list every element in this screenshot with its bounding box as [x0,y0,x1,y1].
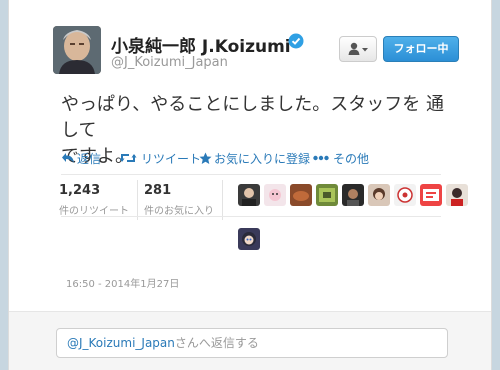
retweet-count: 1,243 [59,183,101,198]
star-icon [199,152,212,164]
stat-separator [222,180,223,220]
favoriter-avatar[interactable] [394,184,416,206]
tweet-timestamp[interactable]: 16:50 - 2014年1月27日 [66,275,179,290]
reply-area: @J_Koizumi_Japanさんへ返信する [9,311,491,370]
retweet-count-label: 件のリツイート [59,206,129,217]
reply-label: 返信 [77,152,102,166]
favorite-count-label: 件のお気に入り [144,206,214,217]
user-actions-button[interactable] [339,36,377,62]
favoriter-avatar[interactable] [238,184,260,206]
favoriter-avatar[interactable] [264,184,286,206]
reply-handle: @J_Koizumi_Japan [67,336,175,350]
tweet-header: 小泉純一郎 J.Koizumi @J_Koizumi_Japan フォロー中 [53,26,493,86]
retweet-stat[interactable]: 1,243 件のリツイート [59,183,129,217]
more-dots-icon [313,155,329,161]
favoriter-avatar[interactable] [316,184,338,206]
favoriter-avatar[interactable] [342,184,364,206]
display-name[interactable]: 小泉純一郎 J.Koizumi [111,32,291,57]
retweet-label: リツイート [141,152,202,166]
favorite-label: お気に入りに登録 [214,152,311,166]
reply-input[interactable]: @J_Koizumi_Japanさんへ返信する [56,328,448,358]
retweet-icon [119,154,137,162]
favorite-count: 281 [144,183,172,198]
favoriter-avatar[interactable] [290,184,312,206]
favorite-stat[interactable]: 281 件のお気に入り [144,183,214,217]
divider [61,174,441,175]
favoriter-avatar[interactable] [368,184,390,206]
person-icon [348,42,368,55]
tweet-card: 小泉純一郎 J.Koizumi @J_Koizumi_Japan フォロー中 や… [8,0,492,370]
more-label: その他 [333,152,370,166]
favoriter-avatar[interactable] [238,228,260,250]
divider [61,216,441,217]
tweet-text-line: やっぱり、やることにしました。スタッフを 通して [61,94,444,141]
reply-placeholder: さんへ返信する [174,336,259,350]
follow-button[interactable]: フォロー中 [383,36,459,62]
stat-separator [137,180,138,220]
verified-icon [288,33,304,49]
favoriter-avatar[interactable] [420,184,442,206]
user-handle[interactable]: @J_Koizumi_Japan [111,55,228,70]
favoriter-avatar[interactable] [446,184,468,206]
reply-icon [62,153,74,163]
avatar[interactable] [53,26,101,74]
